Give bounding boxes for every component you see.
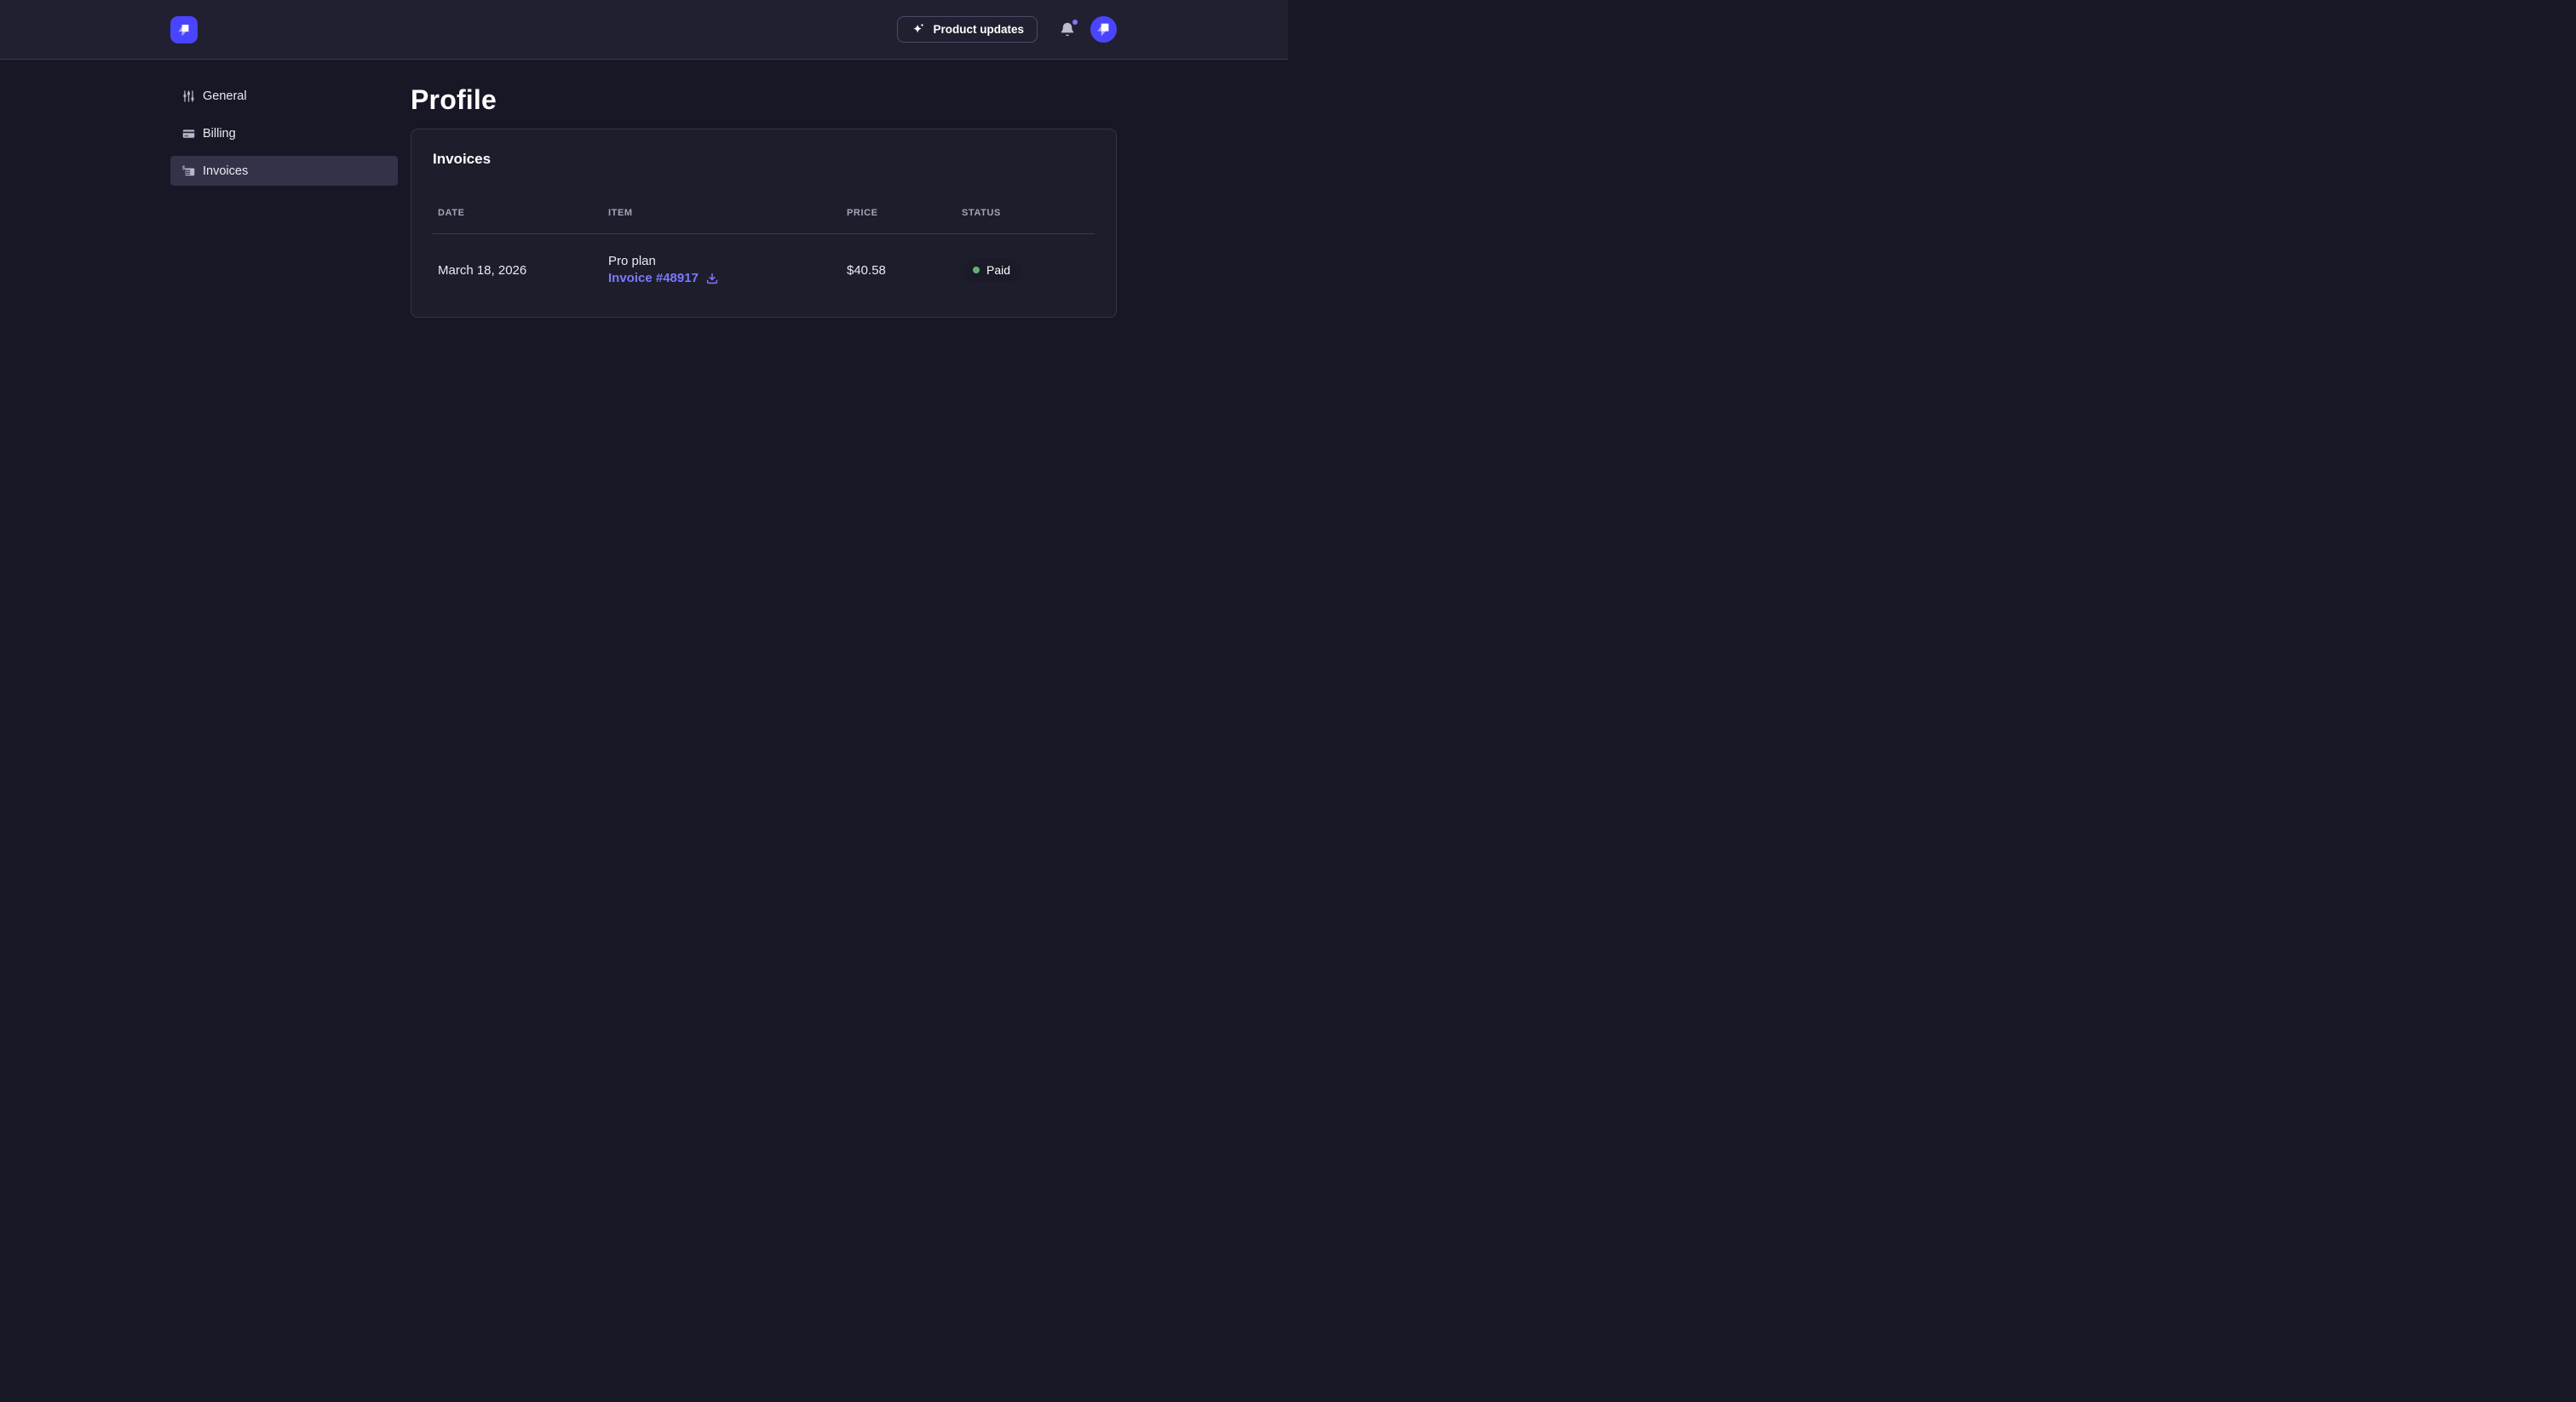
sidebar-item-invoices[interactable]: $ Invoices <box>170 156 398 186</box>
invoices-table-header: Date Item Price Status <box>433 208 1095 234</box>
invoices-card: Invoices Date Item Price Status March 18… <box>411 129 1117 318</box>
sliders-icon <box>182 89 195 103</box>
sparkle-icon <box>911 22 925 37</box>
column-header-status: Status <box>957 208 1095 218</box>
invoice-number-link[interactable]: Invoice #48917 <box>608 272 699 285</box>
content-area: General Billing $ <box>0 60 1288 318</box>
page-title: Profile <box>411 83 1117 116</box>
status-badge: Paid <box>963 258 1021 283</box>
column-header-date: Date <box>433 208 603 218</box>
sidebar-item-general[interactable]: General <box>170 81 398 111</box>
invoice-date: March 18, 2026 <box>433 263 603 278</box>
status-label: Paid <box>986 263 1010 277</box>
strapi-logo-icon <box>171 17 197 43</box>
invoice-item-cell: Pro plan Invoice #48917 <box>603 255 842 285</box>
sidebar-item-label: Billing <box>203 127 236 141</box>
invoice-plan-name: Pro plan <box>608 255 842 268</box>
main-panel: Profile Invoices Date Item Price Status … <box>411 81 1117 318</box>
invoices-card-title: Invoices <box>433 151 1095 168</box>
user-avatar[interactable] <box>1090 16 1117 43</box>
invoice-row: March 18, 2026 Pro plan Invoice #48917 <box>433 234 1095 296</box>
credit-card-icon <box>182 127 195 141</box>
product-updates-label: Product updates <box>933 23 1024 36</box>
notification-dot <box>1072 20 1078 25</box>
product-updates-button[interactable]: Product updates <box>897 16 1038 43</box>
sidebar-item-label: Invoices <box>203 164 248 178</box>
column-header-item: Item <box>603 208 842 218</box>
download-icon[interactable] <box>705 272 719 285</box>
topbar: Product updates <box>0 0 1288 60</box>
status-dot-icon <box>973 267 980 273</box>
invoice-icon: $ <box>182 164 195 178</box>
sidebar-item-label: General <box>203 89 247 103</box>
settings-sidebar: General Billing $ <box>170 81 398 318</box>
sidebar-item-billing[interactable]: Billing <box>170 118 398 148</box>
topbar-actions: Product updates <box>897 16 1117 43</box>
invoice-status-cell: Paid <box>957 258 1095 283</box>
notifications-button[interactable] <box>1058 20 1077 40</box>
app-logo[interactable] <box>170 16 198 43</box>
invoice-price: $40.58 <box>842 263 957 278</box>
strapi-avatar-icon <box>1090 16 1117 43</box>
column-header-price: Price <box>842 208 957 218</box>
